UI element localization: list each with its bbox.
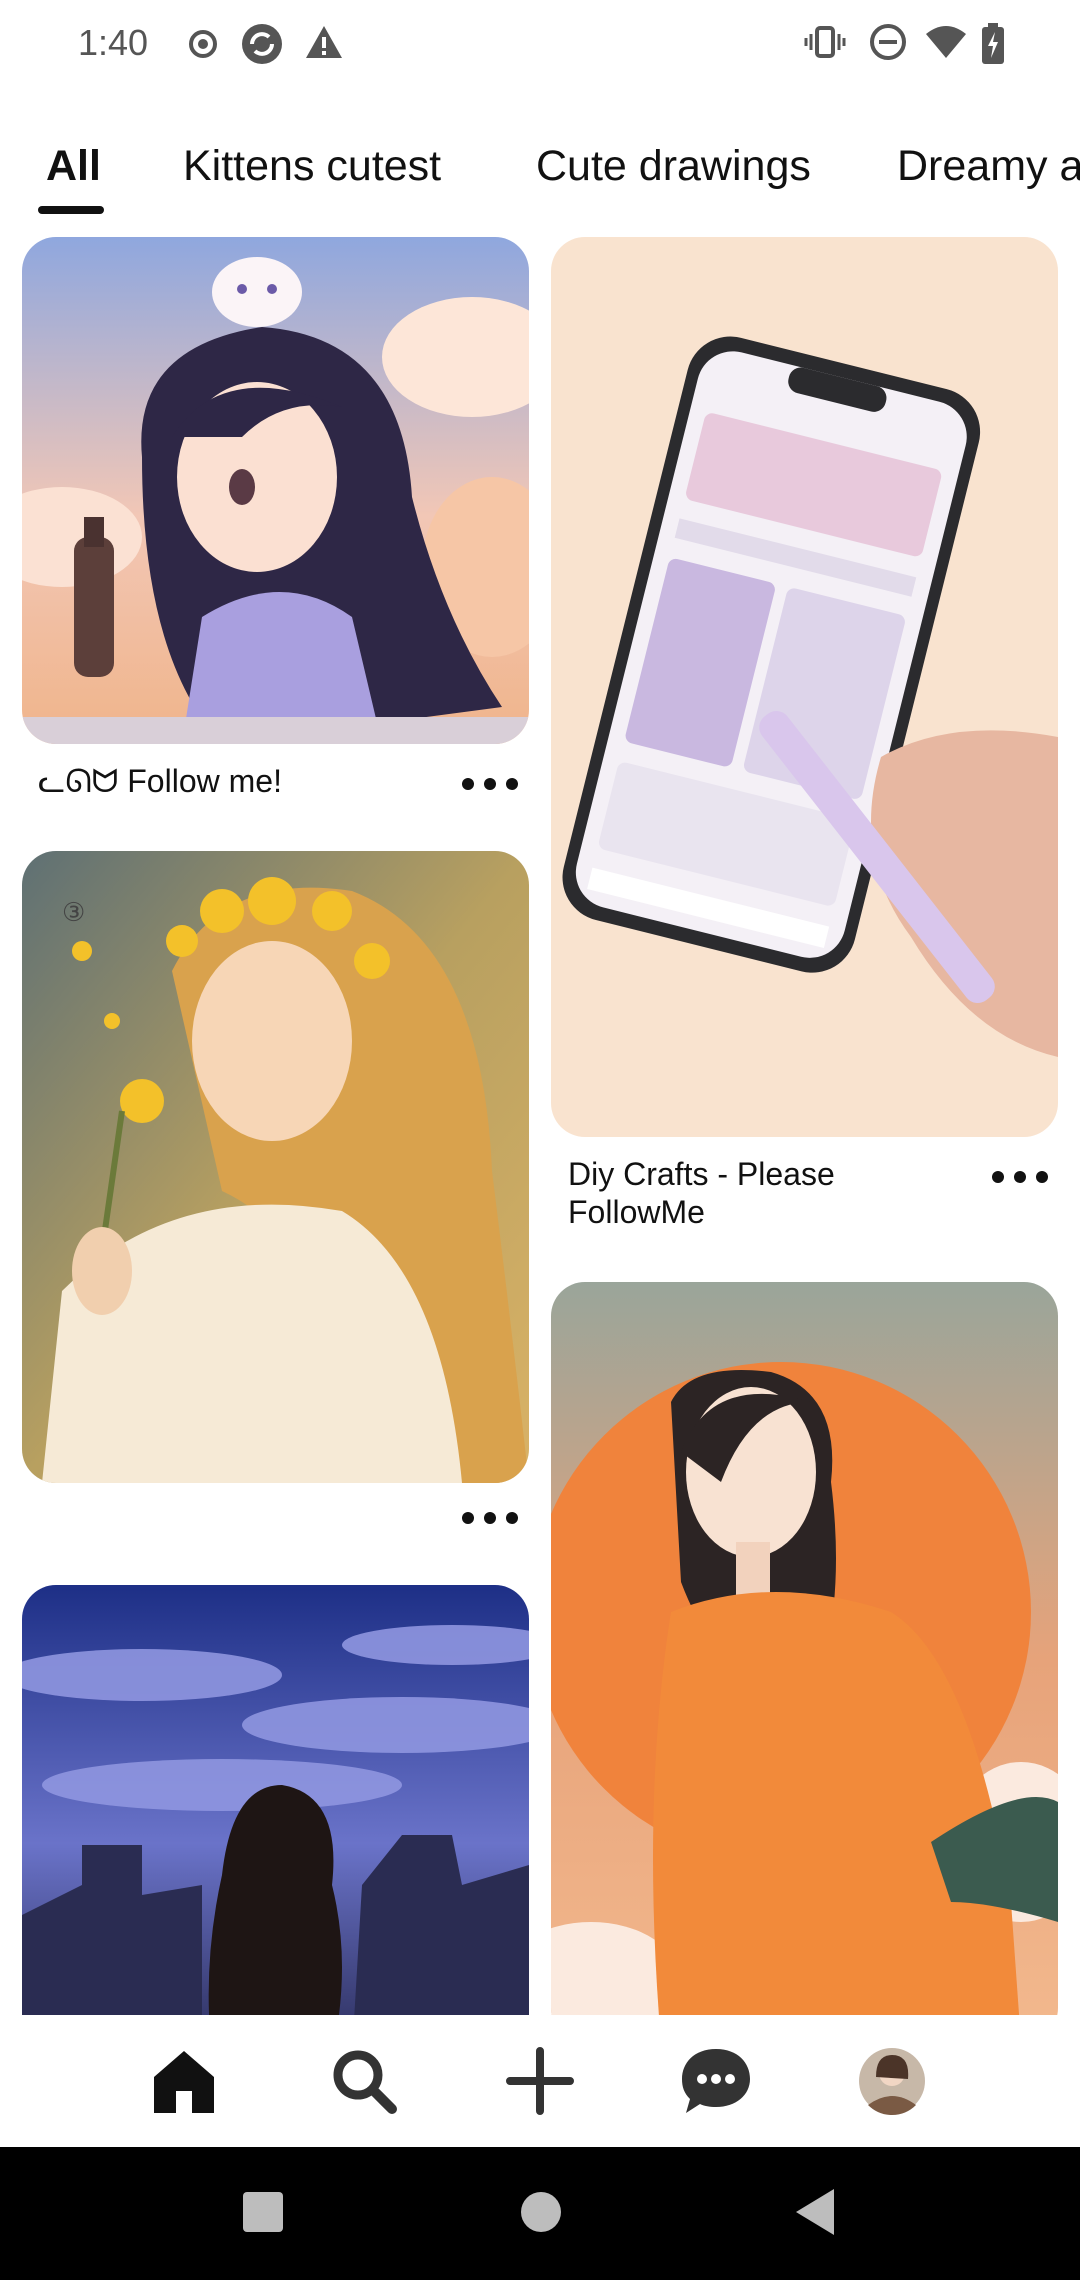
create-icon[interactable] <box>502 2043 578 2119</box>
home-icon[interactable] <box>146 2043 222 2119</box>
pin-feed[interactable]: ᓚᘏᗢ Follow me! Diy Crafts - Please Follo… <box>0 235 1080 2015</box>
pin-image[interactable]: ③ <box>22 851 529 1483</box>
status-bar: 1:40 <box>0 0 1080 90</box>
messages-icon[interactable] <box>678 2043 754 2119</box>
svg-text:③: ③ <box>62 898 85 928</box>
pin-image[interactable] <box>22 1585 529 2015</box>
tab-kittens-cutest[interactable]: Kittens cutest <box>183 142 441 191</box>
more-icon[interactable] <box>462 771 518 797</box>
tab-all[interactable]: All <box>46 142 101 191</box>
status-time: 1:40 <box>78 22 149 63</box>
home-button[interactable] <box>520 2191 562 2233</box>
tab-dreamy[interactable]: Dreamy a <box>897 142 1080 191</box>
search-icon[interactable] <box>326 2043 402 2119</box>
pin-image[interactable] <box>551 1282 1058 2015</box>
profile-avatar[interactable] <box>854 2043 930 2119</box>
pin-image[interactable] <box>22 237 529 744</box>
system-nav-bar <box>0 2147 1080 2280</box>
active-tab-indicator <box>38 206 104 214</box>
warning-icon <box>306 26 342 58</box>
back-button[interactable] <box>794 2187 836 2237</box>
recents-button[interactable] <box>242 2191 284 2233</box>
pin-title[interactable]: ᓚᘏᗢ Follow me! <box>38 762 282 800</box>
battery-charging-icon <box>982 23 1004 64</box>
pin-title[interactable]: Diy Crafts - Please FollowMe <box>568 1155 868 1231</box>
wifi-icon <box>926 26 966 58</box>
record-icon <box>189 30 217 58</box>
pin-image[interactable] <box>551 237 1058 1137</box>
tab-cute-drawings[interactable]: Cute drawings <box>536 142 811 191</box>
do-not-disturb-icon <box>870 24 906 60</box>
board-tabs: All Kittens cutest Cute drawings Dreamy … <box>0 130 1080 220</box>
more-icon[interactable] <box>462 1505 518 1531</box>
vibrate-icon <box>804 26 846 58</box>
sync-icon <box>242 24 282 64</box>
bottom-nav <box>0 2015 1080 2147</box>
more-icon[interactable] <box>992 1164 1048 1190</box>
